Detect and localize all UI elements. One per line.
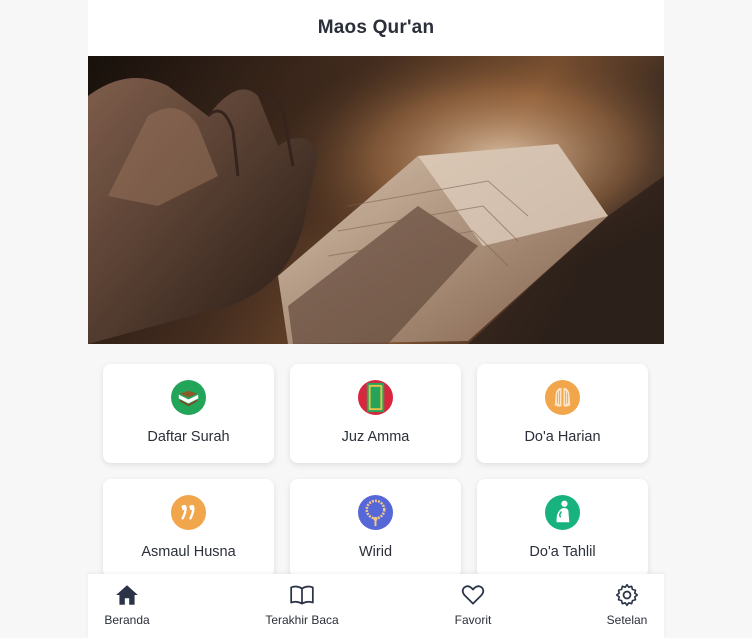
menu-label: Asmaul Husna [141,544,236,560]
menu-card-asmaul-husna[interactable]: Asmaul Husna [103,479,274,578]
menu-label: Daftar Surah [147,429,230,445]
menu-label: Do'a Harian [524,429,601,445]
app-title: Maos Qur'an [317,17,435,38]
nav-label: Terakhir Baca [265,613,339,627]
nav-label: Favorit [454,613,492,627]
heart-icon [461,585,485,605]
prayer-beads-icon [358,495,393,530]
bottom-navigation: Beranda Terakhir Baca Favorit Setelan [88,574,664,638]
menu-card-wirid[interactable]: Wirid [290,479,461,578]
gear-icon [615,583,639,607]
menu-label: Wirid [358,544,393,560]
nav-item-favorit[interactable]: Favorit [450,582,496,627]
juz-amma-book-icon [358,380,393,415]
nav-item-beranda[interactable]: Beranda [102,582,152,627]
menu-card-juz-amma[interactable]: Juz Amma [290,364,461,463]
nav-label: Beranda [104,613,150,627]
hero-photo [88,56,664,344]
open-book-icon [290,585,314,605]
praying-hands-icon [545,380,580,415]
menu-label: Do'a Tahlil [529,544,596,560]
app-screen: Maos Qur'an Daftar Surah Juz Amma Do'a H… [88,0,664,638]
menu-label: Juz Amma [341,429,410,445]
nav-item-terakhir-baca[interactable]: Terakhir Baca [258,582,346,627]
nav-label: Setelan [606,613,648,627]
menu-grid: Daftar Surah Juz Amma Do'a Harian Asmaul… [103,364,649,578]
nav-item-setelan[interactable]: Setelan [603,582,651,627]
asmaul-husna-icon [171,495,206,530]
praying-person-icon [545,495,580,530]
menu-card-doa-harian[interactable]: Do'a Harian [477,364,648,463]
menu-card-doa-tahlil[interactable]: Do'a Tahlil [477,479,648,578]
app-header: Maos Qur'an [88,0,664,56]
hero-image [88,56,664,344]
home-icon [116,585,138,605]
quran-book-icon [171,380,206,415]
menu-card-daftar-surah[interactable]: Daftar Surah [103,364,274,463]
